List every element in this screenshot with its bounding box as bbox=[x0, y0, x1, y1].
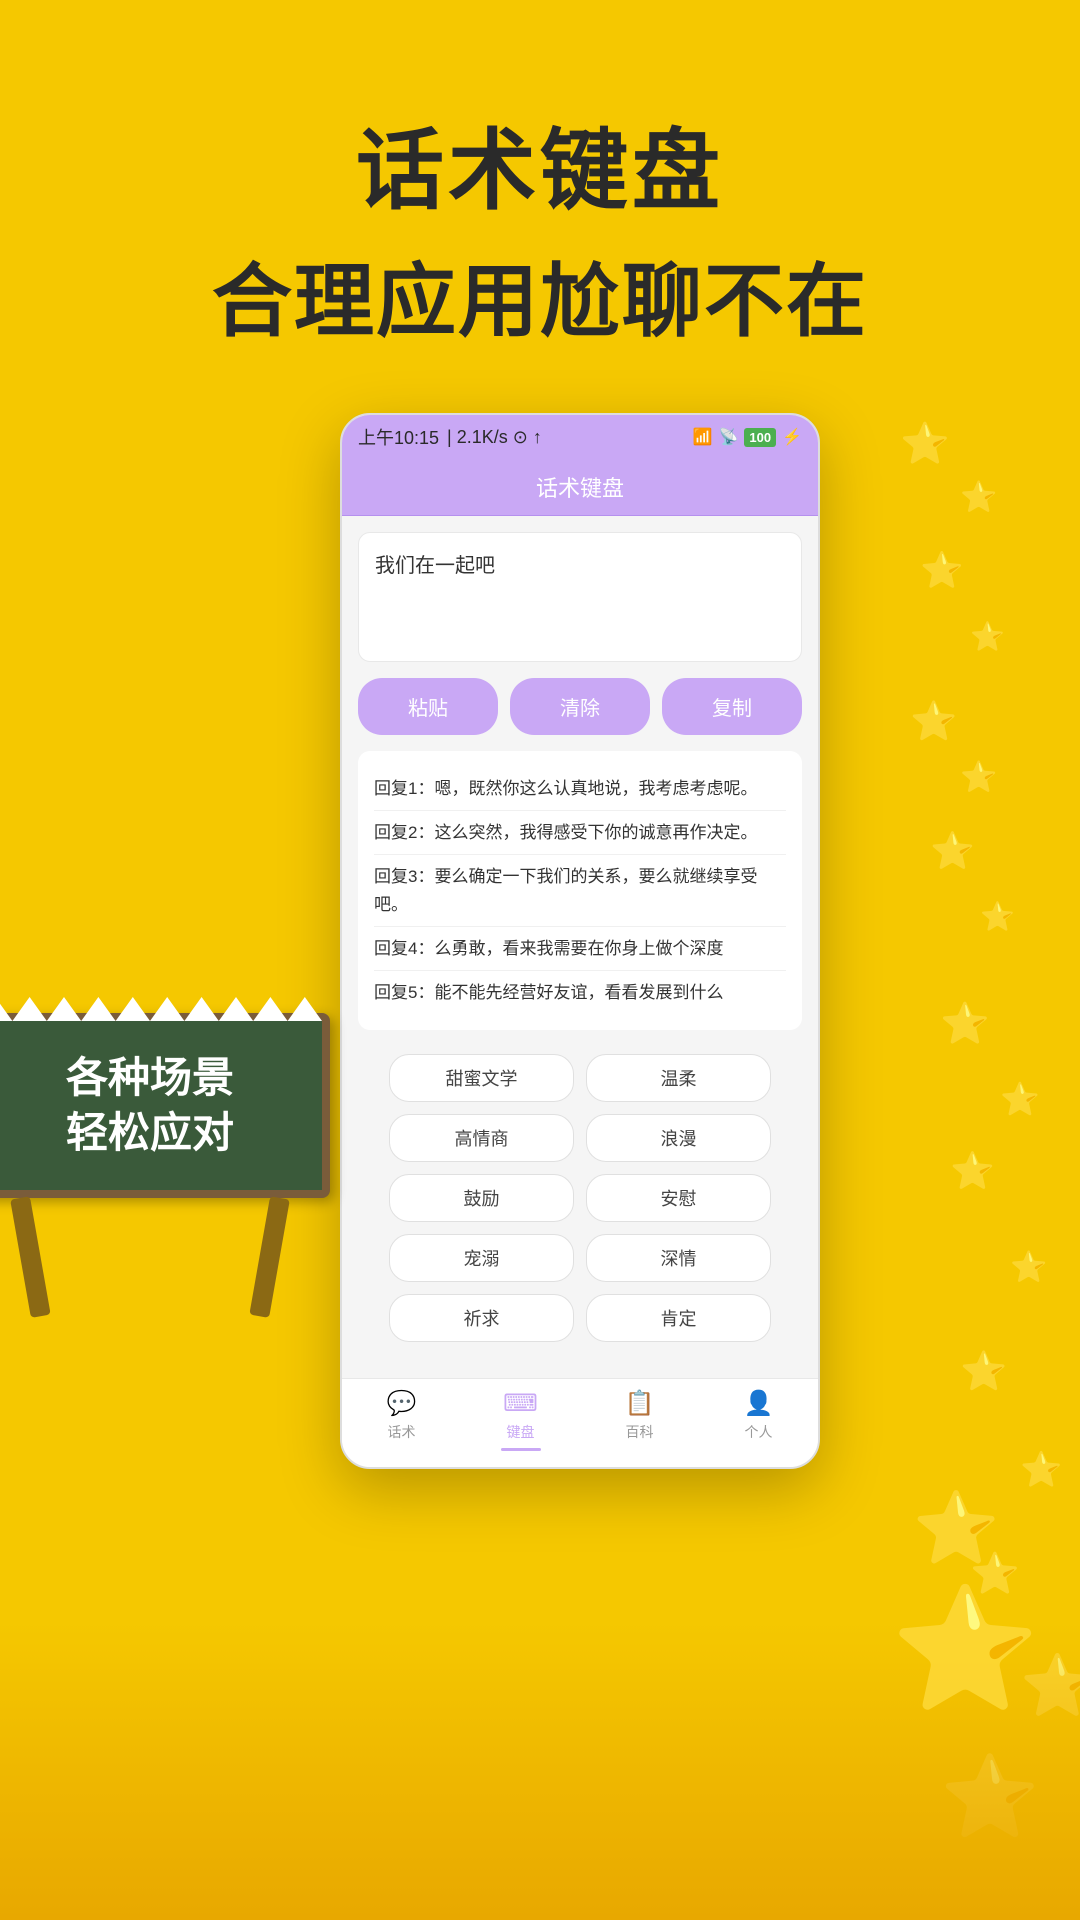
chalkboard-wrapper: 各种场景 轻松应对 bbox=[0, 1013, 330, 1318]
medium-star-decoration: ⭐ bbox=[913, 1488, 1000, 1570]
reply-list: 回复1：嗯，既然你这么认真地说，我考虑考虑呢。回复2：这么突然，我得感受下你的诚… bbox=[358, 751, 802, 1030]
battery-icon: 100 bbox=[744, 428, 776, 447]
nav-item-键盘[interactable]: ⌨ 键盘 bbox=[461, 1389, 580, 1451]
category-btn-3-0[interactable]: 宠溺 bbox=[389, 1234, 574, 1282]
chalkboard-stand bbox=[0, 1198, 330, 1318]
category-row-0: 甜蜜文学温柔 bbox=[358, 1054, 802, 1102]
stand-leg-left bbox=[10, 1196, 51, 1318]
phone-wrapper: 上午10:15 | 2.1K/s ⊙ ↑ 📶 📡 100 ⚡ 话术键盘 bbox=[340, 413, 820, 1469]
clear-button[interactable]: 清除 bbox=[510, 678, 650, 735]
category-row-3: 宠溺深情 bbox=[358, 1234, 802, 1282]
category-btn-2-1[interactable]: 安慰 bbox=[586, 1174, 771, 1222]
category-btn-4-1[interactable]: 肯定 bbox=[586, 1294, 771, 1342]
nav-item-个人[interactable]: 👤 个人 bbox=[699, 1389, 818, 1451]
category-row-4: 祈求肯定 bbox=[358, 1294, 802, 1342]
nav-icon-百科: 📋 bbox=[625, 1389, 655, 1418]
nav-label-百科: 百科 bbox=[626, 1422, 654, 1442]
hero-title: 话术键盘 合理应用尬聊不在 bbox=[212, 100, 868, 353]
nav-label-个人: 个人 bbox=[745, 1422, 773, 1442]
category-btn-1-1[interactable]: 浪漫 bbox=[586, 1114, 771, 1162]
nav-item-百科[interactable]: 📋 百科 bbox=[580, 1389, 699, 1451]
nav-icon-键盘: ⌨ bbox=[503, 1389, 538, 1418]
status-bar: 上午10:15 | 2.1K/s ⊙ ↑ 📶 📡 100 ⚡ bbox=[342, 415, 818, 459]
text-input-area[interactable]: 我们在一起吧 bbox=[358, 532, 802, 662]
stand-leg-right bbox=[249, 1196, 290, 1318]
category-grid: 甜蜜文学温柔高情商浪漫鼓励安慰宠溺深情祈求肯定 bbox=[358, 1046, 802, 1362]
status-speed: | 2.1K/s ⊙ ↑ bbox=[447, 427, 542, 448]
hero-line2: 合理应用尬聊不在 bbox=[212, 237, 868, 353]
signal-icon: 📶 bbox=[693, 427, 713, 447]
category-row-1: 高情商浪漫 bbox=[358, 1114, 802, 1162]
app-header: 话术键盘 bbox=[342, 459, 818, 516]
hero-line1: 话术键盘 bbox=[212, 100, 868, 227]
nav-active-indicator bbox=[501, 1448, 541, 1451]
nav-label-键盘: 键盘 bbox=[507, 1422, 535, 1442]
reply-item-3[interactable]: 回复3：要么确定一下我们的关系，要么就继续享受吧。 bbox=[374, 855, 786, 926]
nav-item-话术[interactable]: 💬 话术 bbox=[342, 1389, 461, 1451]
chalkboard: 各种场景 轻松应对 bbox=[0, 1013, 330, 1198]
category-btn-0-0[interactable]: 甜蜜文学 bbox=[389, 1054, 574, 1102]
copy-button[interactable]: 复制 bbox=[662, 678, 802, 735]
charging-icon: ⚡ bbox=[782, 427, 802, 447]
reply-item-2[interactable]: 回复2：这么突然，我得感受下你的诚意再作决定。 bbox=[374, 811, 786, 855]
action-buttons: 粘贴 清除 复制 bbox=[358, 678, 802, 735]
bottom-nav: 💬 话术 ⌨ 键盘 📋 百科 👤 个人 bbox=[342, 1378, 818, 1467]
input-text: 我们在一起吧 bbox=[375, 555, 495, 577]
status-right: 📶 📡 100 ⚡ bbox=[693, 427, 802, 447]
category-btn-3-1[interactable]: 深情 bbox=[586, 1234, 771, 1282]
nav-icon-个人: 👤 bbox=[744, 1389, 774, 1418]
category-btn-1-0[interactable]: 高情商 bbox=[389, 1114, 574, 1162]
nav-icon-话术: 💬 bbox=[387, 1389, 417, 1418]
app-title: 话术键盘 bbox=[536, 476, 624, 501]
app-content: 我们在一起吧 粘贴 清除 复制 回复1：嗯，既然你这么认真地说，我考虑考虑呢。回… bbox=[342, 516, 818, 1378]
status-time: 上午10:15 bbox=[358, 424, 439, 450]
nav-label-话术: 话术 bbox=[388, 1422, 416, 1442]
reply-item-4[interactable]: 回复4：么勇敢，看来我需要在你身上做个深度 bbox=[374, 927, 786, 971]
category-btn-0-1[interactable]: 温柔 bbox=[586, 1054, 771, 1102]
phone-frame: 上午10:15 | 2.1K/s ⊙ ↑ 📶 📡 100 ⚡ 话术键盘 bbox=[340, 413, 820, 1469]
chalkboard-text: 各种场景 轻松应对 bbox=[2, 1051, 298, 1160]
reply-item-5[interactable]: 回复5：能不能先经营好友谊，看看发展到什么 bbox=[374, 971, 786, 1014]
status-left: 上午10:15 | 2.1K/s ⊙ ↑ bbox=[358, 424, 542, 450]
category-btn-2-0[interactable]: 鼓励 bbox=[389, 1174, 574, 1222]
category-row-2: 鼓励安慰 bbox=[358, 1174, 802, 1222]
paste-button[interactable]: 粘贴 bbox=[358, 678, 498, 735]
large-star-decoration: ⭐ bbox=[891, 1580, 1040, 1720]
category-btn-4-0[interactable]: 祈求 bbox=[389, 1294, 574, 1342]
reply-item-1[interactable]: 回复1：嗯，既然你这么认真地说，我考虑考虑呢。 bbox=[374, 767, 786, 811]
wifi-icon: 📡 bbox=[718, 427, 738, 447]
